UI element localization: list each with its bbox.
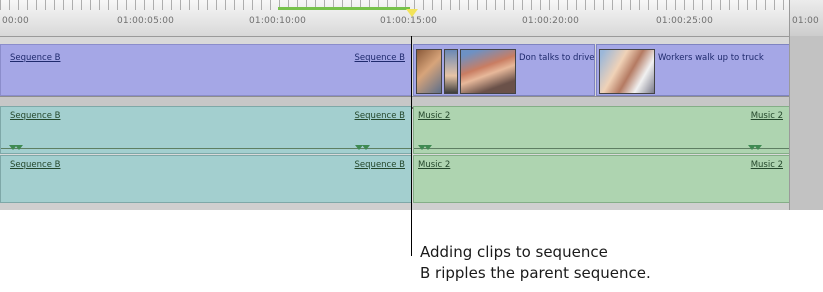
clip-name-label: Sequence B bbox=[354, 160, 405, 170]
video-track: Sequence B Sequence B Don talks to drive… bbox=[0, 44, 790, 96]
callout-line: B ripples the parent sequence. bbox=[420, 264, 651, 282]
timecode-label: 01:00:15:00 bbox=[380, 16, 438, 26]
keyframe-icon[interactable] bbox=[754, 145, 762, 150]
video-clip-workers-walk[interactable]: Workers walk up to truck bbox=[596, 44, 790, 96]
timecode-label: 01:00:20:00 bbox=[522, 16, 580, 26]
ruler-endcap: 01:00 bbox=[789, 0, 823, 36]
clip-name-label: Workers walk up to truck bbox=[658, 53, 764, 63]
video-clip-sequence-b[interactable]: Sequence B Sequence B bbox=[0, 44, 412, 96]
timecode-label: 01:00:05:00 bbox=[117, 16, 175, 26]
clip-name-label: Music 2 bbox=[418, 111, 451, 121]
clip-name-label: Sequence B bbox=[10, 111, 61, 121]
keyframe-icon[interactable] bbox=[15, 145, 23, 150]
clip-name-label: Sequence B bbox=[10, 53, 61, 63]
video-clip-don-talks[interactable]: Don talks to drive bbox=[413, 44, 595, 96]
audio-track-2: Sequence B Sequence B Music 2 Music 2 bbox=[0, 155, 790, 203]
audio-track-1: Sequence B Sequence B Music 2 Music 2 bbox=[0, 106, 790, 154]
callout-line: Adding clips to sequence bbox=[420, 243, 608, 261]
keyframe-icon[interactable] bbox=[424, 145, 432, 150]
audio-level-line[interactable] bbox=[1, 148, 411, 149]
clip-name-label: Music 2 bbox=[418, 160, 451, 170]
clip-thumbnail bbox=[444, 49, 458, 94]
time-ruler[interactable]: 00:00 01:00:05:00 01:00:10:00 01:00:15:0… bbox=[0, 0, 823, 37]
track-footer bbox=[0, 203, 790, 210]
timeline-endcap bbox=[789, 36, 823, 210]
audio-clip-music-2[interactable]: Music 2 Music 2 bbox=[413, 106, 790, 154]
timecode-label: 00:00 bbox=[2, 16, 29, 26]
timecode-label: 01:00:25:00 bbox=[656, 16, 714, 26]
audio-clip-music-2[interactable]: Music 2 Music 2 bbox=[413, 155, 790, 203]
clip-thumbnail bbox=[416, 49, 442, 94]
timecode-label: 01:00:10:00 bbox=[249, 16, 307, 26]
callout-text: Adding clips to sequence B ripples the p… bbox=[420, 242, 651, 284]
clip-name-label: Don talks to drive bbox=[519, 53, 595, 63]
clip-thumbnail bbox=[599, 49, 655, 94]
clip-thumbnail bbox=[460, 49, 516, 94]
playhead-line[interactable] bbox=[411, 36, 412, 256]
clip-name-label: Music 2 bbox=[750, 160, 783, 170]
clip-name-label: Music 2 bbox=[750, 111, 783, 121]
audio-level-line[interactable] bbox=[414, 148, 789, 149]
audio-clip-sequence-b[interactable]: Sequence B Sequence B bbox=[0, 155, 412, 203]
playhead-icon[interactable] bbox=[406, 9, 418, 17]
clip-name-label: Sequence B bbox=[354, 53, 405, 63]
timecode-label: 01:00 bbox=[792, 16, 819, 26]
in-out-range-bar bbox=[278, 7, 410, 10]
keyframe-icon[interactable] bbox=[362, 145, 370, 150]
audio-clip-sequence-b[interactable]: Sequence B Sequence B bbox=[0, 106, 412, 154]
clip-name-label: Sequence B bbox=[354, 111, 405, 121]
clip-name-label: Sequence B bbox=[10, 160, 61, 170]
